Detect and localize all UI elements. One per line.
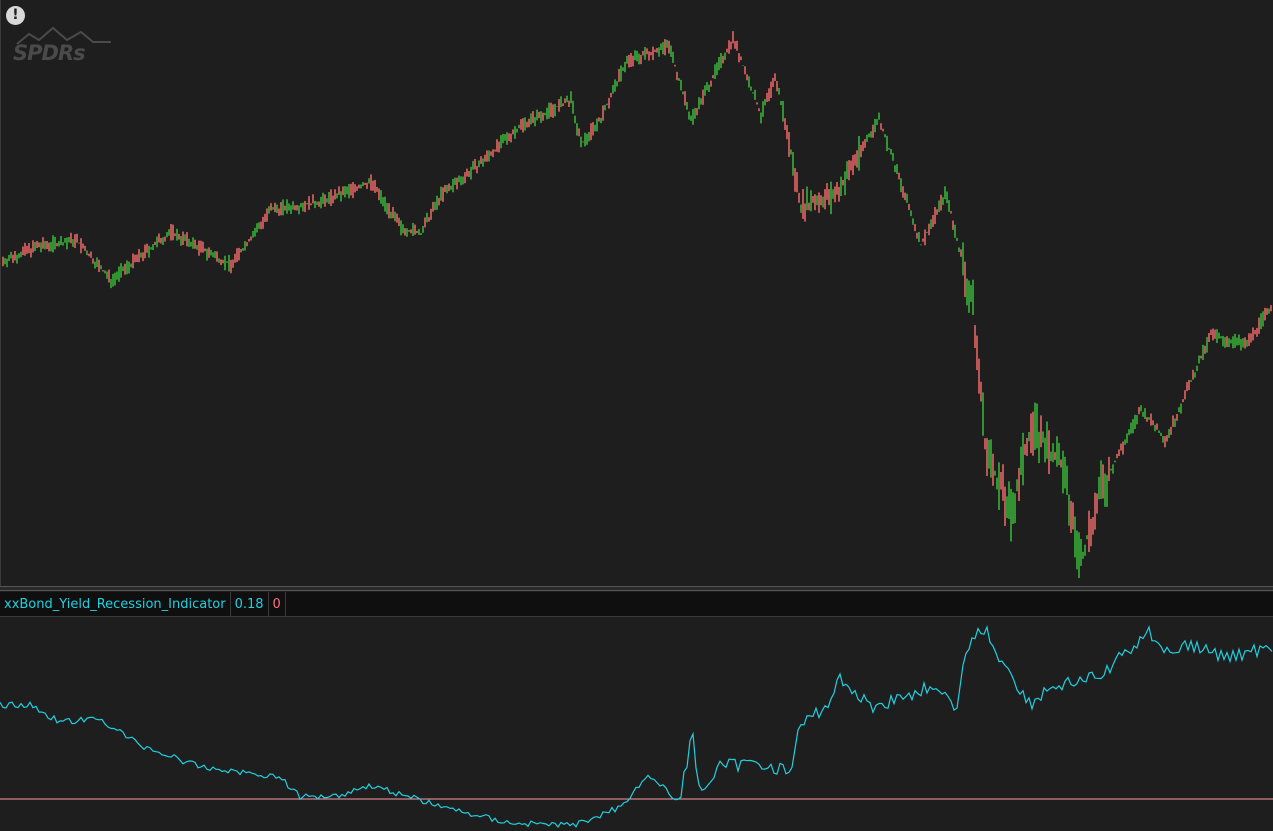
- indicator-series-line: [0, 624, 1273, 829]
- indicator-zero-label: 0: [269, 592, 286, 616]
- indicator-plot: [0, 624, 1273, 829]
- indicator-value-label: 0.18: [231, 592, 269, 616]
- spdr-watermark-logo: SPDRs: [13, 26, 117, 68]
- indicator-header: xxBond_Yield_Recession_Indicator 0.18 0: [0, 592, 1273, 617]
- chart-window: ! SPDRs xxBond_Yield_Recession_Indicator…: [0, 0, 1273, 831]
- indicator-chart-pane[interactable]: [0, 617, 1273, 831]
- spdr-logo-text: SPDRs: [13, 41, 86, 65]
- price-bars: [2, 31, 1272, 579]
- price-chart-pane[interactable]: ! SPDRs: [0, 0, 1273, 586]
- exclamation-icon[interactable]: !: [6, 6, 25, 25]
- indicator-name-label[interactable]: xxBond_Yield_Recession_Indicator: [0, 592, 231, 616]
- pane-splitter[interactable]: [0, 586, 1273, 591]
